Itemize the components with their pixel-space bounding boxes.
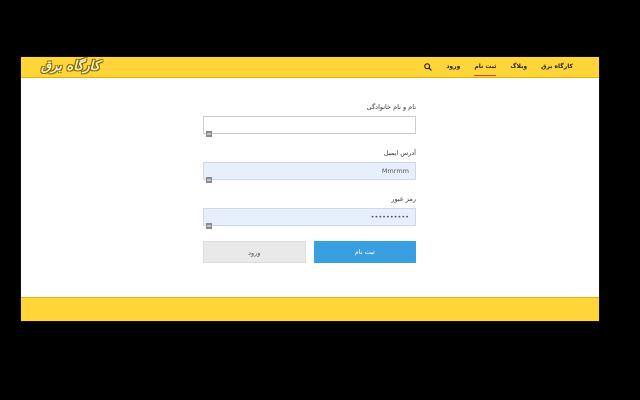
register-button[interactable]: ثبت نام bbox=[313, 241, 416, 263]
footer-bar bbox=[21, 297, 599, 321]
email-field[interactable]: Mmrmm bbox=[203, 162, 416, 183]
form-actions: ثبت نام ورود bbox=[203, 241, 416, 263]
site-logo[interactable]: کارگاه برق bbox=[41, 59, 100, 74]
nav-item-login[interactable]: ورود bbox=[446, 57, 460, 77]
password-field[interactable]: •••••••••• bbox=[203, 208, 416, 229]
nav-item-home[interactable]: کارگاه برق bbox=[541, 57, 573, 77]
search-icon[interactable] bbox=[423, 63, 433, 72]
fullname-label: نام و نام خانوادگی bbox=[366, 103, 416, 111]
login-button[interactable]: ورود bbox=[203, 241, 306, 263]
browser-viewport: کارگاه برق کارگاه برق وبلاگ ثبت نام ورود… bbox=[20, 56, 600, 322]
password-manager-icon[interactable] bbox=[206, 168, 212, 183]
email-label: آدرس ایمیل bbox=[383, 149, 416, 157]
email-value: Mmrmm bbox=[381, 167, 409, 175]
nav-item-blog[interactable]: وبلاگ bbox=[510, 57, 527, 77]
password-manager-icon[interactable] bbox=[206, 214, 212, 229]
password-manager-icon[interactable] bbox=[206, 122, 212, 137]
password-value: •••••••••• bbox=[370, 213, 409, 221]
register-form: نام و نام خانوادگی آدرس ایمیل Mmrmm رمز … bbox=[203, 103, 416, 263]
fullname-field[interactable] bbox=[203, 116, 416, 137]
top-navbar: کارگاه برق کارگاه برق وبلاگ ثبت نام ورود bbox=[21, 57, 599, 78]
nav-menu: کارگاه برق وبلاگ ثبت نام ورود bbox=[423, 57, 573, 77]
nav-item-register[interactable]: ثبت نام bbox=[474, 59, 497, 76]
password-label: رمز عبور bbox=[391, 195, 416, 203]
